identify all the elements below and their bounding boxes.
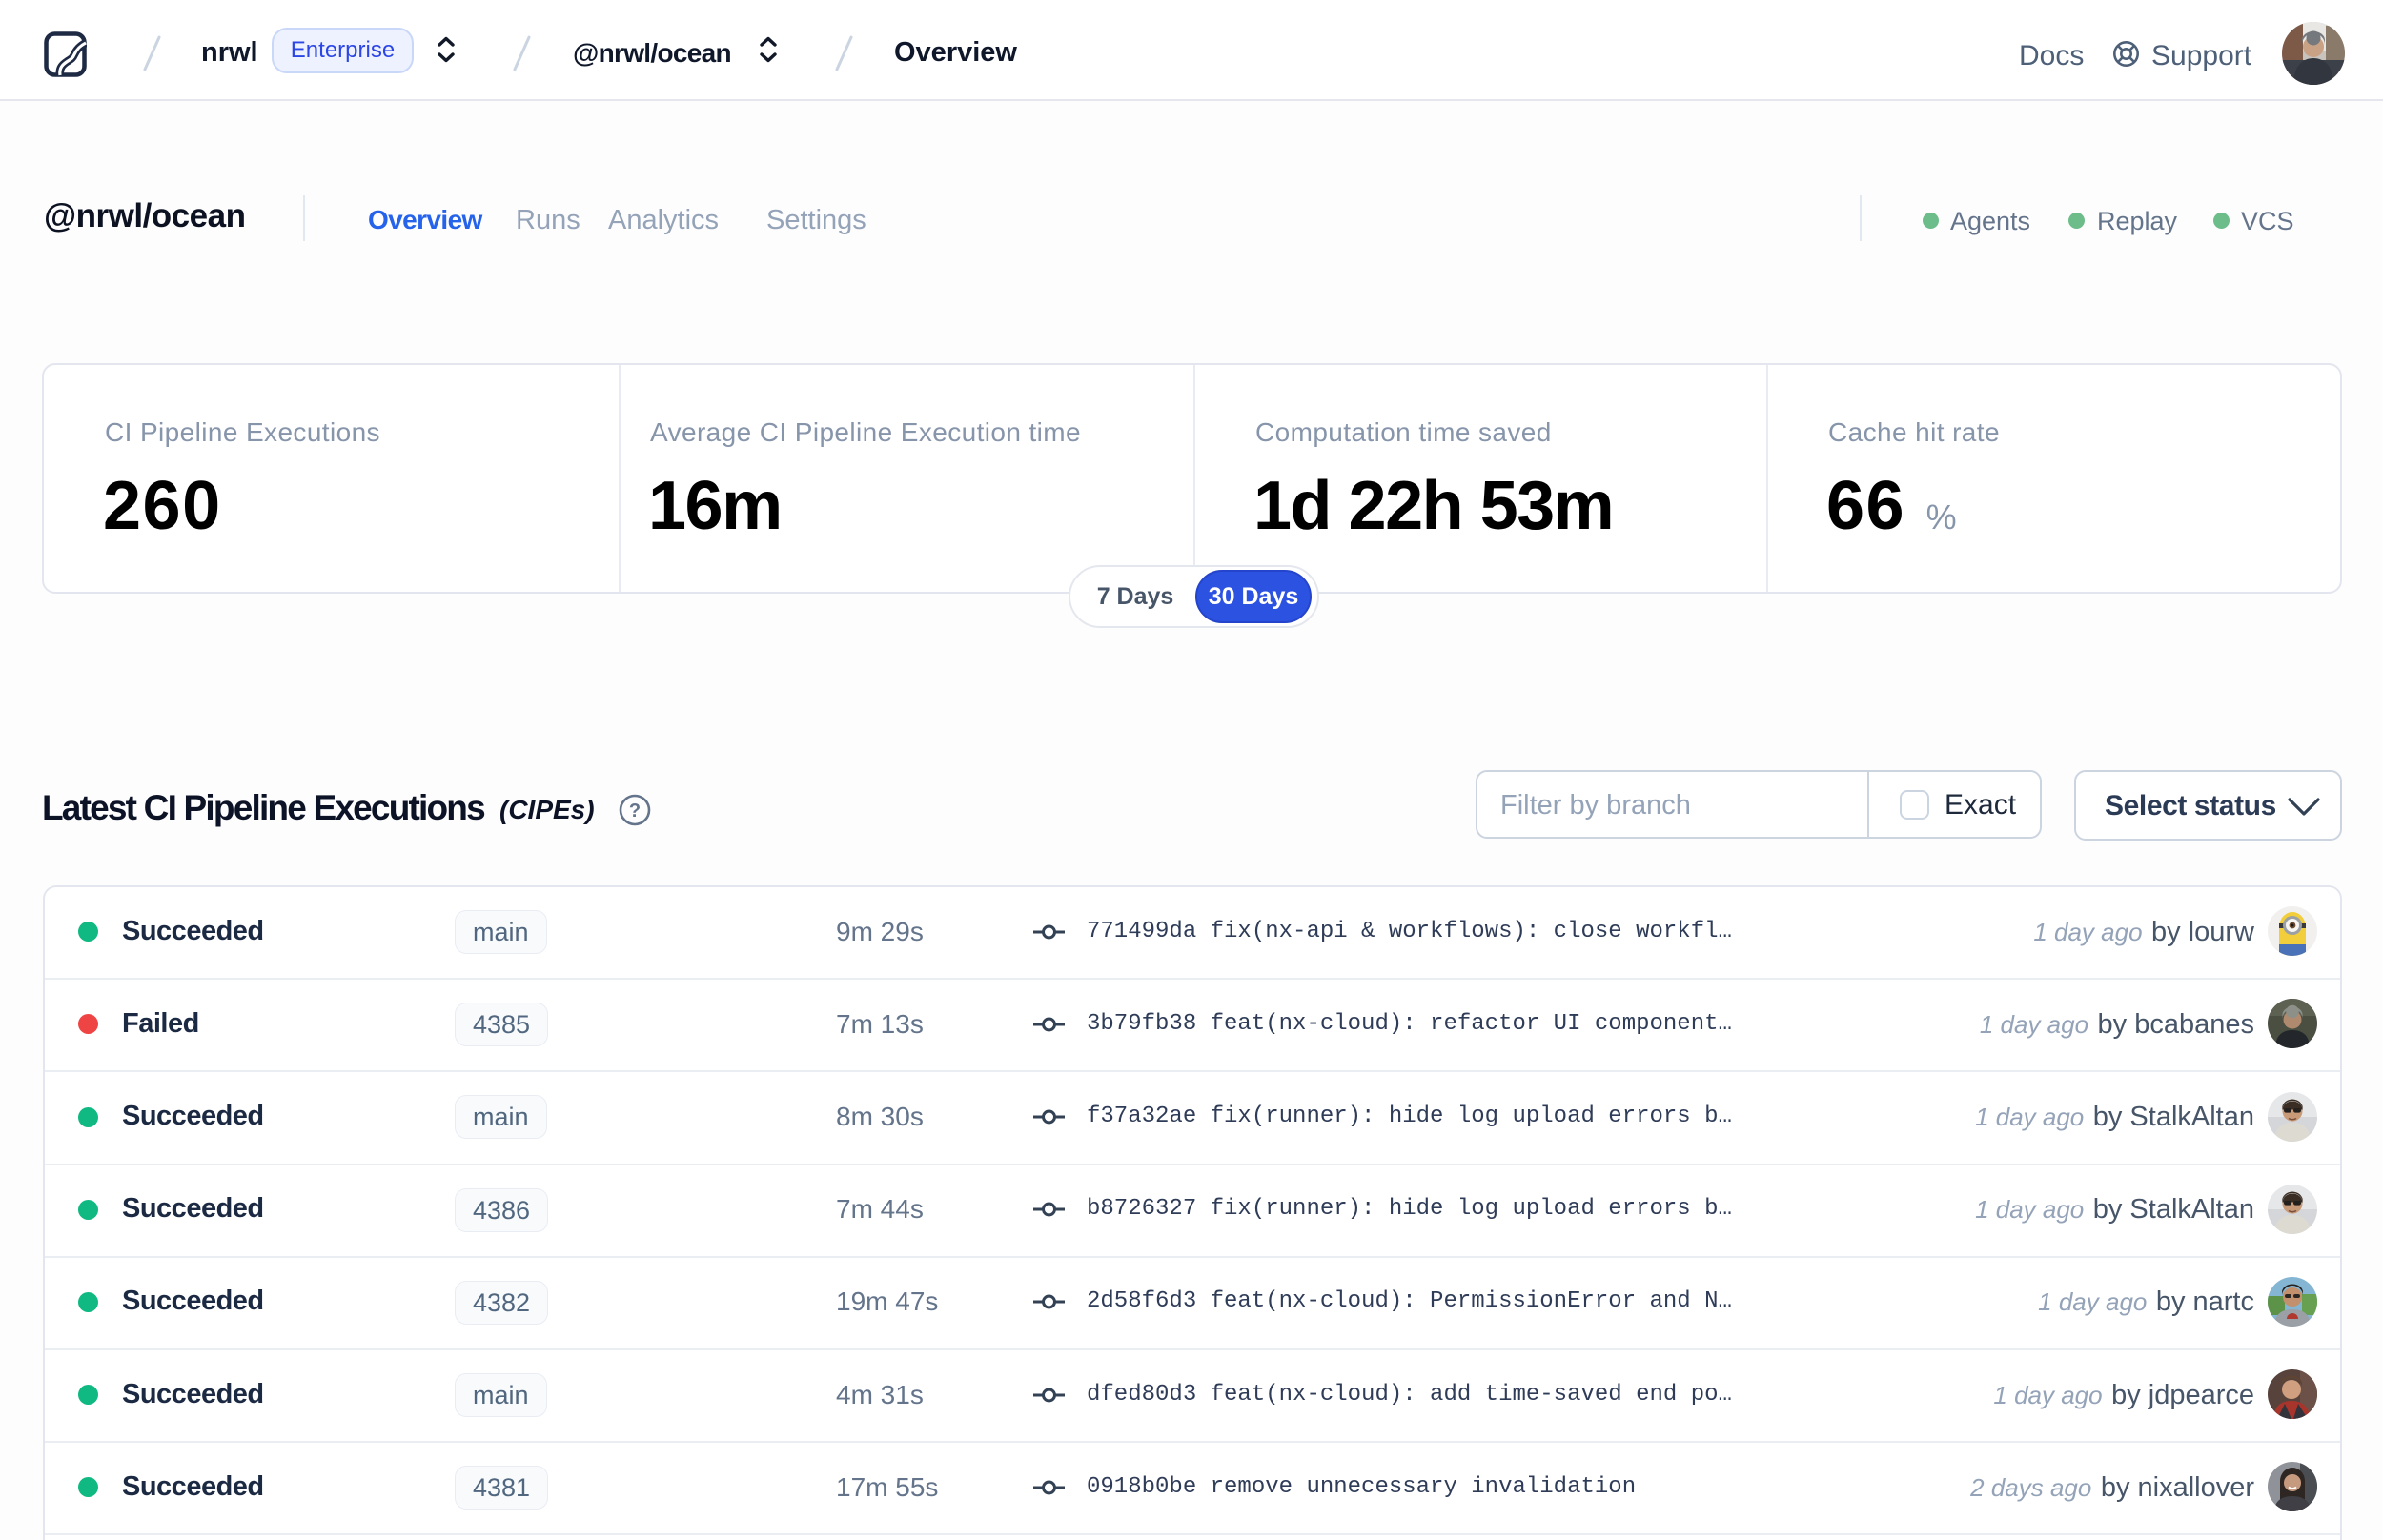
svg-text:?: ? bbox=[629, 800, 641, 821]
